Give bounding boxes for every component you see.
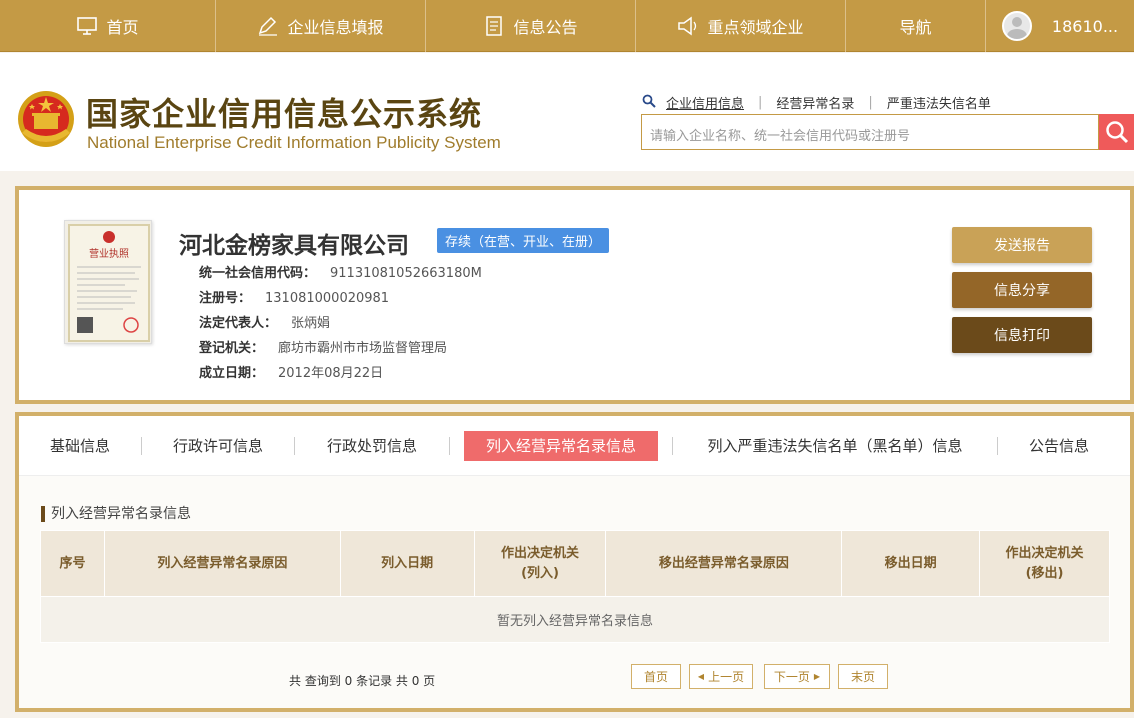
business-license-thumbnail[interactable]: 营业执照 (64, 220, 152, 344)
nav-navigation-label: 导航 (899, 18, 932, 37)
column-header: 作出决定机关 (移出) (979, 530, 1110, 597)
nav-announcement[interactable]: 信息公告 (426, 0, 636, 52)
tab-divider (449, 436, 450, 455)
site-title-english: National Enterprise Credit Information P… (87, 133, 501, 152)
search-input[interactable]: 请输入企业名称、统一社会信用代码或注册号 (641, 114, 1099, 150)
info-row-reg-authority: 登记机关： 廊坊市霸州市市场监督管理局 (199, 337, 447, 356)
license-title-text: 营业执照 (89, 247, 129, 260)
print-info-button[interactable]: 信息打印 (952, 317, 1092, 353)
search-icon (1106, 121, 1129, 144)
nav-home-label: 首页 (106, 18, 139, 37)
info-value: 廊坊市霸州市市场监督管理局 (278, 341, 448, 356)
user-avatar-icon (1001, 11, 1032, 41)
tab-announcements[interactable]: 公告信息 (998, 431, 1120, 461)
info-value: 131081000020981 (265, 291, 390, 306)
info-label: 法定代表人： (199, 316, 278, 331)
nav-user-account[interactable]: 18610... (986, 0, 1134, 52)
top-navigation-bar: 首页 企业信息填报 信息公告 重点领域企业 导航 18610... (0, 0, 1134, 52)
column-header: 列入经营异常名录原因 (103, 530, 341, 597)
pager-prev-label: 上一页 (708, 670, 745, 684)
column-header: 移出经营异常名录原因 (605, 530, 843, 597)
column-header: 序号 (40, 530, 105, 597)
abnormal-list-table: 序号 列入经营异常名录原因 列入日期 作出决定机关 (列入) 移出经营异常名录原… (40, 530, 1110, 643)
info-value: 91131081052663180M (330, 266, 482, 281)
pager-prev-button[interactable]: ◀ 上一页 (689, 664, 753, 689)
company-info-card: 营业执照 河北金榜家具有限公司 存续（在营、开业、在册） 统一社会信用代码： 91… (15, 186, 1134, 404)
column-header: 移出日期 (841, 530, 981, 597)
info-row-legal-rep: 法定代表人： 张炳娟 (199, 312, 330, 331)
nav-key-field[interactable]: 重点领域企业 (636, 0, 846, 52)
status-badge: 存续（在营、开业、在册） (437, 228, 610, 253)
search-small-icon (642, 94, 656, 112)
megaphone-icon (677, 16, 699, 36)
info-row-established-date: 成立日期： 2012年08月22日 (199, 362, 383, 381)
nav-key-field-label: 重点领域企业 (707, 18, 804, 37)
national-emblem-logo (16, 89, 76, 151)
table-header-row: 序号 列入经营异常名录原因 列入日期 作出决定机关 (列入) 移出经营异常名录原… (40, 530, 1110, 597)
site-header: 国家企业信用信息公示系统 National Enterprise Credit … (0, 53, 1134, 171)
chevron-left-icon: ◀ (697, 672, 705, 681)
info-value: 张炳娟 (291, 316, 331, 331)
nav-user-label: 18610... (1051, 16, 1119, 36)
empty-table-message: 暂无列入经营异常名录信息 (40, 596, 1110, 643)
search-type-links: 企业信用信息 | 经营异常名录 | 严重违法失信名单 (642, 93, 991, 112)
pager-next-label: 下一页 (773, 670, 810, 684)
pager-first-button[interactable]: 首页 (631, 664, 681, 689)
tab-content: 列入经营异常名录信息 序号 列入经营异常名录原因 列入日期 作出决定机关 (列入… (19, 476, 1130, 708)
search-tab-credit-info[interactable]: 企业信用信息 (666, 93, 744, 112)
nav-fill-info[interactable]: 企业信息填报 (216, 0, 426, 52)
search-tab-blacklist[interactable]: 严重违法失信名单 (887, 93, 991, 112)
send-report-button[interactable]: 发送报告 (952, 227, 1092, 263)
divider: | (758, 95, 763, 110)
tab-blacklist[interactable]: 列入严重违法失信名单（黑名单）信息 (673, 431, 997, 461)
chevron-right-icon: ▶ (813, 672, 821, 681)
info-label: 成立日期： (199, 366, 265, 381)
info-label: 注册号： (199, 291, 252, 306)
column-header: 列入日期 (339, 530, 475, 597)
pager-next-button[interactable]: 下一页 ▶ (764, 664, 830, 689)
info-row-reg-number: 注册号： 131081000020981 (199, 287, 389, 306)
pager-summary: 共 查询到 0 条记录 共 0 页 (289, 674, 436, 688)
divider: | (868, 95, 873, 110)
nav-fill-info-label: 企业信息填报 (287, 18, 384, 37)
tab-basic-info[interactable]: 基础信息 (19, 431, 141, 461)
section-title: 列入经营异常名录信息 (41, 506, 191, 522)
info-row-credit-code: 统一社会信用代码： 91131081052663180M (199, 262, 482, 281)
column-header: 作出决定机关 (列入) (473, 530, 607, 597)
site-title-chinese: 国家企业信用信息公示系统 (86, 95, 483, 133)
share-info-button[interactable]: 信息分享 (952, 272, 1092, 308)
company-name: 河北金榜家具有限公司 (179, 233, 409, 259)
search-tab-abnormal-list[interactable]: 经营异常名录 (776, 93, 854, 112)
nav-home[interactable]: 首页 (0, 0, 216, 52)
edit-pen-icon (257, 16, 279, 36)
monitor-icon (76, 16, 98, 36)
document-icon (483, 16, 505, 36)
table-row: 暂无列入经营异常名录信息 (40, 596, 1110, 643)
info-label: 登记机关： (199, 341, 265, 356)
tab-abnormal-list[interactable]: 列入经营异常名录信息 (464, 430, 658, 461)
detail-tabs-panel: 基础信息 行政许可信息 行政处罚信息 列入经营异常名录信息 列入严重违法失信名单… (15, 412, 1134, 712)
info-label: 统一社会信用代码： (199, 266, 317, 281)
pager-last-button[interactable]: 末页 (838, 664, 888, 689)
tab-admin-penalty[interactable]: 行政处罚信息 (295, 431, 449, 461)
tab-bar: 基础信息 行政许可信息 行政处罚信息 列入经营异常名录信息 列入严重违法失信名单… (19, 416, 1130, 476)
search-button[interactable] (1099, 114, 1134, 150)
tab-admin-license[interactable]: 行政许可信息 (142, 431, 294, 461)
nav-announcement-label: 信息公告 (513, 18, 578, 37)
info-value: 2012年08月22日 (278, 366, 384, 381)
nav-navigation[interactable]: 导航 (846, 0, 986, 52)
